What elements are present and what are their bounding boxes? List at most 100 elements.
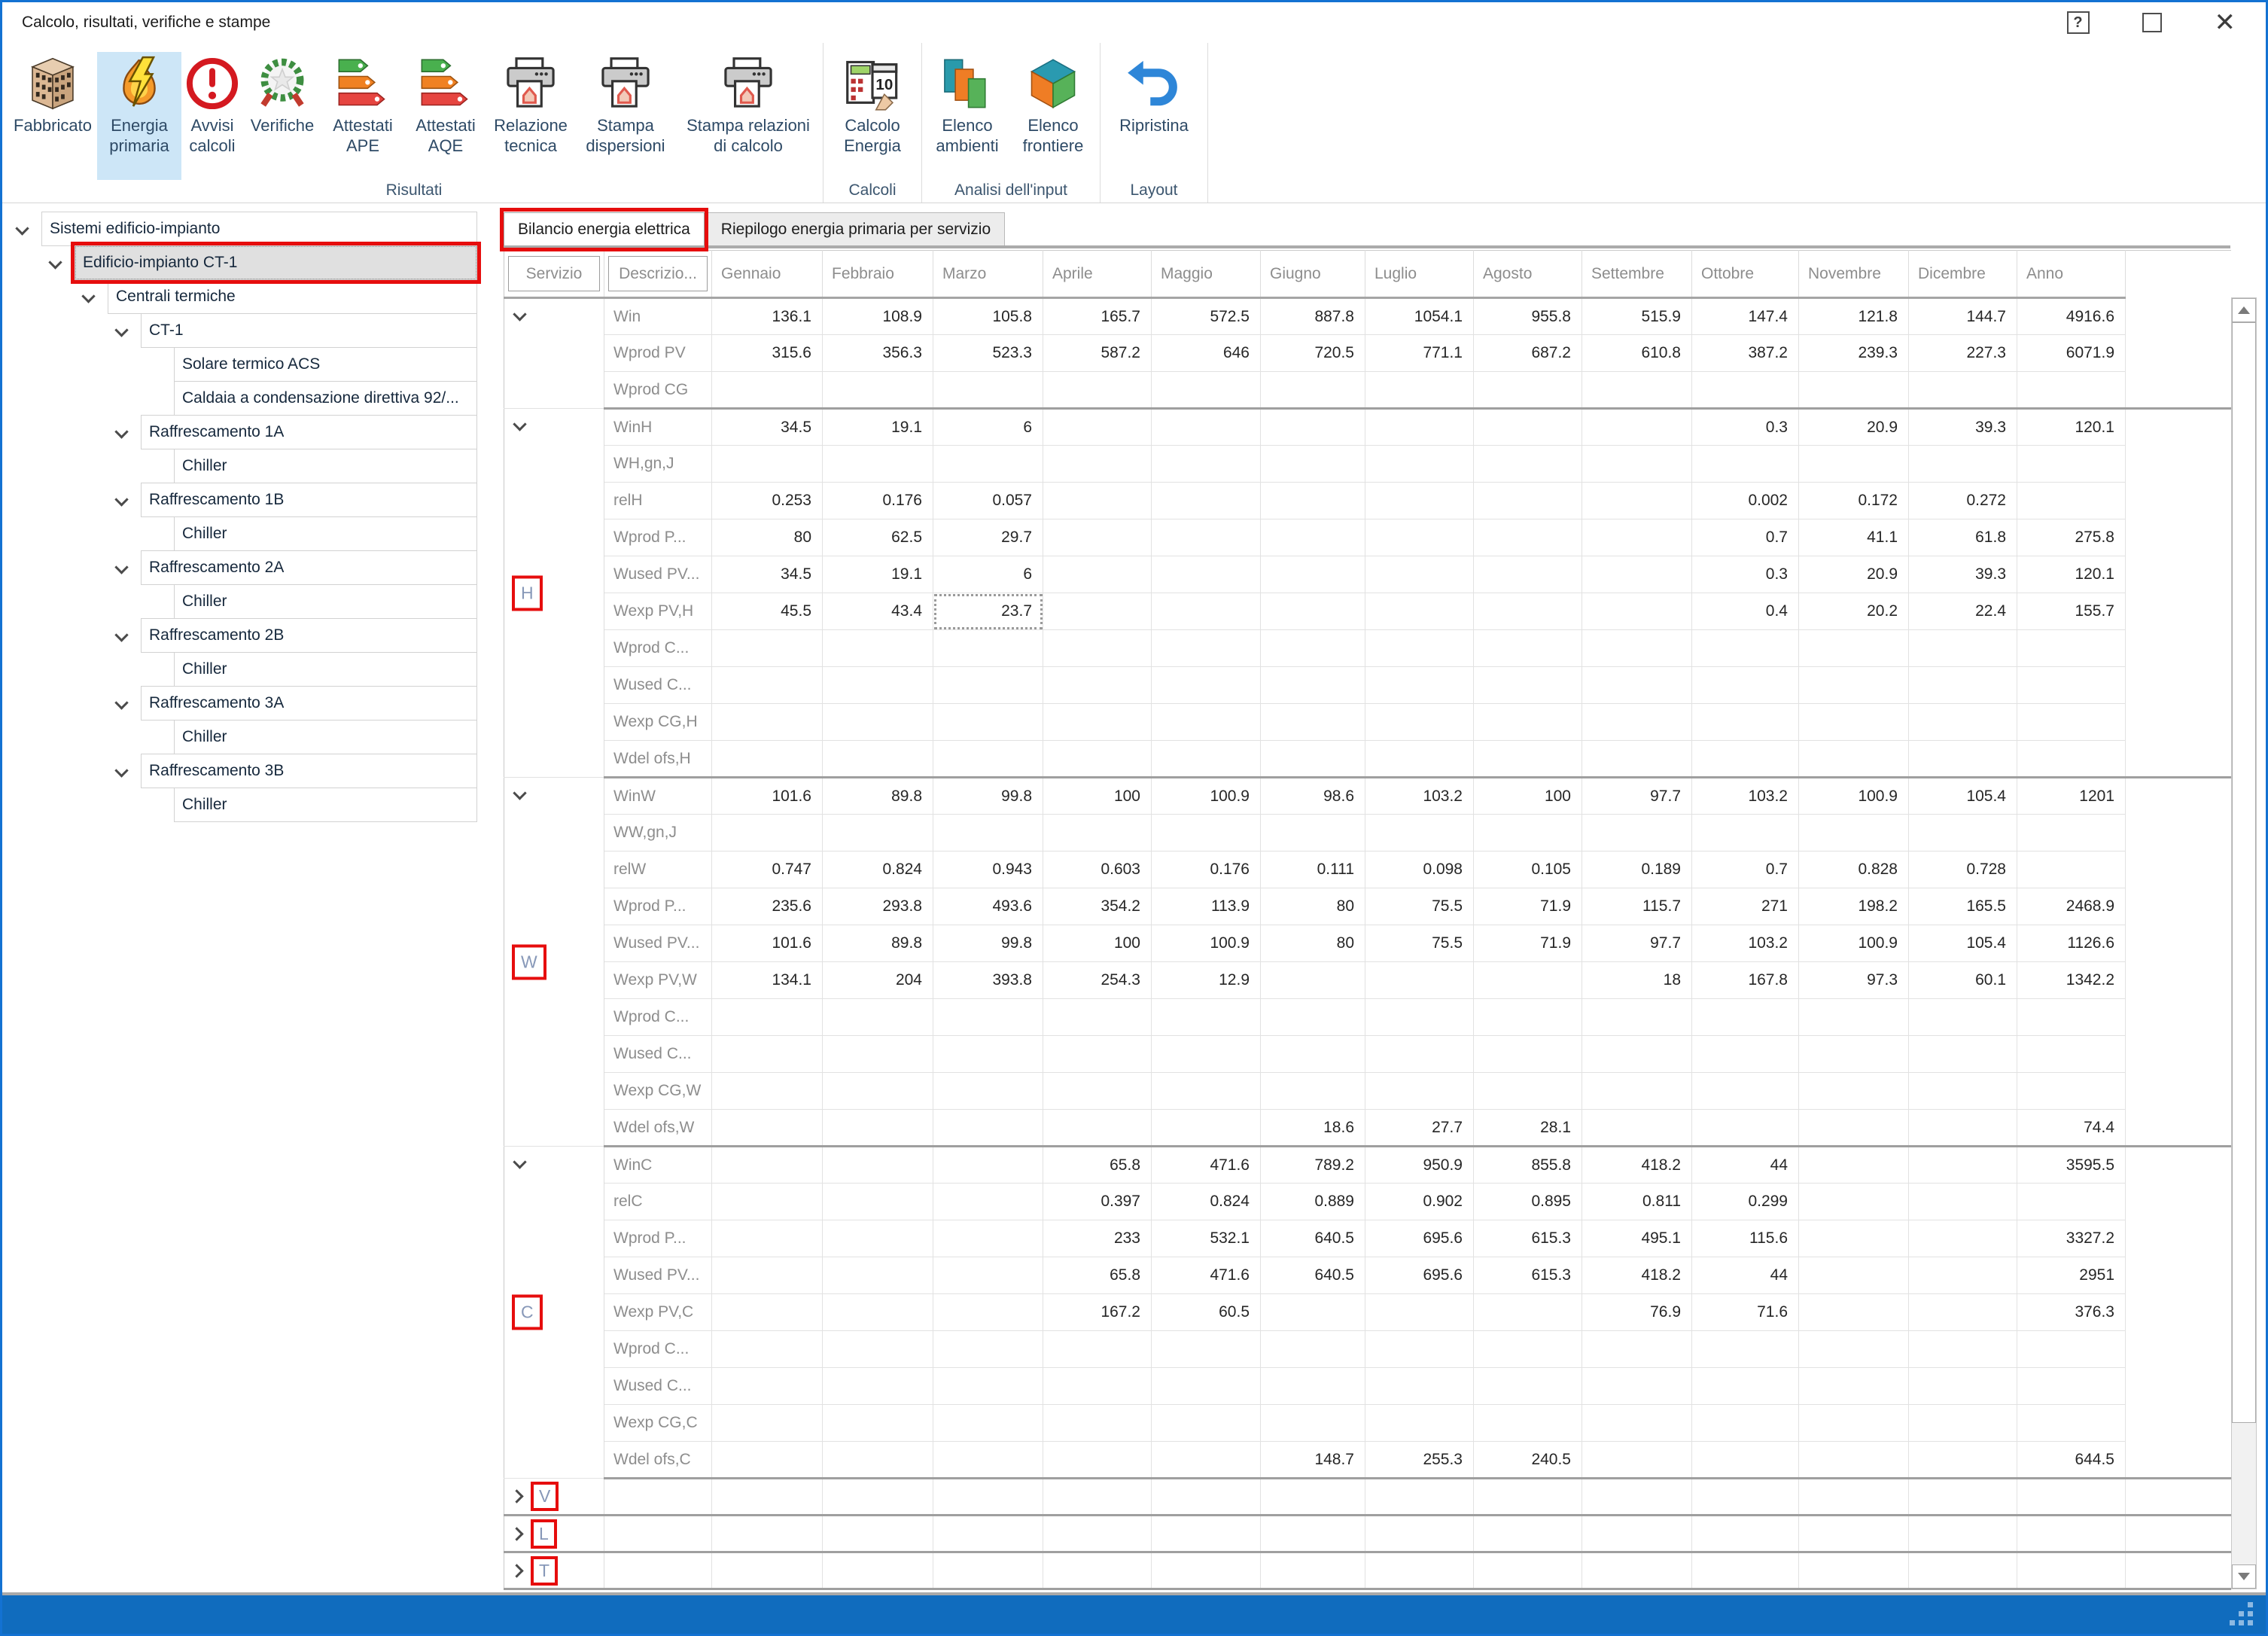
value-cell[interactable] [712, 1257, 823, 1294]
value-cell[interactable] [1261, 741, 1365, 778]
value-cell[interactable] [1692, 1479, 1799, 1516]
value-cell[interactable] [1365, 1479, 1474, 1516]
value-cell[interactable]: 76.9 [1582, 1294, 1692, 1331]
value-cell[interactable] [712, 630, 823, 667]
value-cell[interactable] [1799, 741, 1909, 778]
row-label[interactable]: WinW [604, 778, 712, 815]
help-button[interactable]: ? [2067, 11, 2090, 34]
ribbon-button-elenco-ambienti[interactable]: Elenco ambienti [925, 52, 1009, 180]
value-cell[interactable] [1152, 519, 1261, 556]
value-cell[interactable]: 80 [1261, 888, 1365, 925]
value-cell[interactable] [1692, 1110, 1799, 1147]
value-cell[interactable] [1582, 556, 1692, 593]
value-cell[interactable] [1692, 1552, 1799, 1589]
value-cell[interactable] [1261, 372, 1365, 409]
ribbon-button-fabbricato[interactable]: Fabbricato [8, 52, 97, 180]
value-cell[interactable] [1474, 446, 1582, 483]
value-cell[interactable]: 105.4 [1909, 925, 2017, 962]
value-cell[interactable] [1909, 1442, 2017, 1479]
value-cell[interactable] [1692, 1331, 1799, 1368]
chevron-down-icon[interactable] [114, 763, 128, 777]
value-cell[interactable] [1799, 1294, 1909, 1331]
value-cell[interactable] [712, 999, 823, 1036]
value-cell[interactable] [1799, 1442, 1909, 1479]
col-header-maggio[interactable]: Maggio [1152, 251, 1261, 298]
value-cell[interactable] [1909, 704, 2017, 741]
value-cell[interactable]: 165.5 [1909, 888, 2017, 925]
value-cell[interactable]: 99.8 [933, 925, 1043, 962]
value-cell[interactable]: 293.8 [823, 888, 933, 925]
value-cell[interactable]: 640.5 [1261, 1257, 1365, 1294]
value-cell[interactable] [1692, 1073, 1799, 1110]
value-cell[interactable] [1582, 1479, 1692, 1516]
scroll-down-button[interactable] [2232, 1564, 2256, 1589]
value-cell[interactable]: 646 [1152, 335, 1261, 372]
value-cell[interactable] [1152, 372, 1261, 409]
value-cell[interactable] [1043, 1442, 1152, 1479]
value-cell[interactable]: 75.5 [1365, 925, 1474, 962]
value-cell[interactable] [1474, 815, 1582, 852]
value-cell[interactable] [823, 999, 933, 1036]
value-cell[interactable] [2017, 1405, 2126, 1442]
value-cell[interactable] [2017, 1184, 2126, 1220]
ribbon-button-avvisi-calcoli[interactable]: Avvisi calcoli [181, 52, 243, 180]
value-cell[interactable] [1152, 999, 1261, 1036]
tree-item-raffrescamento-2a[interactable]: Raffrescamento 2A [141, 550, 477, 585]
tree-item-raffrescamento-3b[interactable]: Raffrescamento 3B [141, 754, 477, 788]
value-cell[interactable] [1365, 815, 1474, 852]
value-cell[interactable]: 121.8 [1799, 298, 1909, 335]
ribbon-button-energia-primaria[interactable]: Energia primaria [97, 52, 181, 180]
value-cell[interactable] [1043, 741, 1152, 778]
value-cell[interactable]: 155.7 [2017, 593, 2126, 630]
value-cell[interactable] [823, 1442, 933, 1479]
value-cell[interactable]: 136.1 [712, 298, 823, 335]
value-cell[interactable]: 43.4 [823, 593, 933, 630]
value-cell[interactable] [823, 741, 933, 778]
value-cell[interactable] [2017, 372, 2126, 409]
value-cell[interactable] [1909, 1368, 2017, 1405]
value-cell[interactable] [712, 372, 823, 409]
value-cell[interactable] [823, 667, 933, 704]
value-cell[interactable] [1909, 741, 2017, 778]
value-cell[interactable]: 120.1 [2017, 556, 2126, 593]
value-cell[interactable]: 356.3 [823, 335, 933, 372]
value-cell[interactable] [1582, 593, 1692, 630]
value-cell[interactable]: 0.824 [823, 852, 933, 888]
value-cell[interactable]: 471.6 [1152, 1257, 1261, 1294]
chevron-down-icon[interactable] [513, 786, 526, 800]
value-cell[interactable] [823, 1552, 933, 1589]
value-cell[interactable]: 393.8 [933, 962, 1043, 999]
vertical-scrollbar[interactable] [2231, 297, 2257, 1589]
value-cell[interactable] [712, 667, 823, 704]
value-cell[interactable]: 255.3 [1365, 1442, 1474, 1479]
value-cell[interactable]: 0.172 [1799, 483, 1909, 519]
value-cell[interactable]: 239.3 [1799, 335, 1909, 372]
value-cell[interactable] [1365, 372, 1474, 409]
value-cell[interactable]: 0.824 [1152, 1184, 1261, 1220]
value-cell[interactable] [1474, 483, 1582, 519]
row-label[interactable]: WinC [604, 1147, 712, 1184]
value-cell[interactable]: 89.8 [823, 778, 933, 815]
value-cell[interactable] [1474, 556, 1582, 593]
tree-item-ct-1[interactable]: CT-1 [141, 313, 477, 348]
value-cell[interactable]: 103.2 [1692, 778, 1799, 815]
value-cell[interactable] [933, 1405, 1043, 1442]
row-label[interactable]: Wexp CG,W [604, 1073, 712, 1110]
value-cell[interactable] [1261, 1294, 1365, 1331]
value-cell[interactable] [1799, 704, 1909, 741]
row-label[interactable]: Wprod P... [604, 519, 712, 556]
value-cell[interactable] [1799, 1147, 1909, 1184]
value-cell[interactable] [823, 1147, 933, 1184]
value-cell[interactable]: 695.6 [1365, 1257, 1474, 1294]
value-cell[interactable] [1152, 741, 1261, 778]
value-cell[interactable] [1261, 1405, 1365, 1442]
value-cell[interactable]: 1201 [2017, 778, 2126, 815]
value-cell[interactable]: 523.3 [933, 335, 1043, 372]
value-cell[interactable] [1261, 1331, 1365, 1368]
value-cell[interactable]: 771.1 [1365, 335, 1474, 372]
value-cell[interactable] [1261, 556, 1365, 593]
value-cell[interactable] [1152, 1516, 1261, 1552]
value-cell[interactable]: 100.9 [1152, 778, 1261, 815]
value-cell[interactable] [1474, 630, 1582, 667]
value-cell[interactable] [1582, 999, 1692, 1036]
